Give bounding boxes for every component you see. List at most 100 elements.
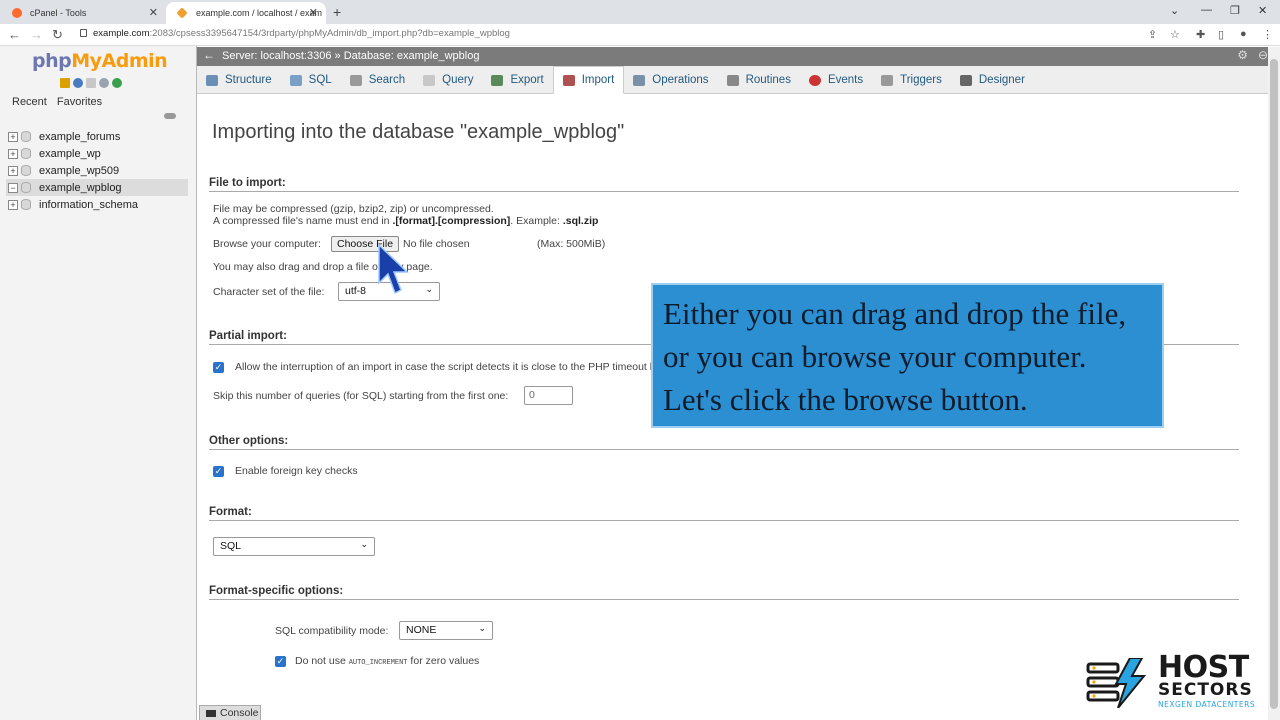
console-icon <box>206 710 216 717</box>
gear-icon[interactable]: ⚙ <box>1237 48 1248 62</box>
expand-icon[interactable]: + <box>8 199 18 210</box>
allow-interrupt-checkbox[interactable]: ✓ <box>213 362 224 373</box>
foreign-keys-label: Enable foreign key checks <box>235 465 358 477</box>
browser-tab-title: example.com / localhost / exam <box>196 8 323 18</box>
db-item-example-forums[interactable]: + example_forums <box>6 128 188 145</box>
back-arrow-icon[interactable]: ← <box>203 48 215 62</box>
caption-line: Either you can drag and drop the file, <box>663 296 1127 331</box>
import-icon <box>562 74 575 86</box>
compat-mode-label: SQL compatibility mode: <box>275 625 389 637</box>
chevron-down-icon: ⌄ <box>425 284 433 294</box>
breadcrumb-separator: » <box>334 50 341 62</box>
mouse-pointer-icon <box>378 243 409 295</box>
page-title: Importing into the database "example_wpb… <box>212 121 625 143</box>
browser-tab-title: cPanel - Tools <box>30 8 87 18</box>
sql-icon <box>289 74 302 86</box>
address-bar: ← → ↻ example.com:2083/cpsess3395647154/… <box>0 24 1280 46</box>
other-options-heading: Other options: <box>209 435 1239 450</box>
search-icon <box>349 74 362 86</box>
tab-operations[interactable]: Operations <box>624 66 717 94</box>
collapse-all-icon[interactable] <box>164 113 176 119</box>
pma-navigation-panel: phpMyAdmin Recent Favorites + example_for… <box>0 46 197 720</box>
events-icon <box>808 74 821 86</box>
tab-search-icon[interactable]: ⌄ <box>1170 4 1179 17</box>
tab-sql[interactable]: SQL <box>281 66 341 94</box>
triggers-icon <box>881 74 894 86</box>
favorites-tab[interactable]: Favorites <box>57 96 102 108</box>
tab-export[interactable]: Export <box>482 66 552 94</box>
reload-nav-icon[interactable] <box>112 78 122 88</box>
profile-icon[interactable]: ● <box>1240 28 1247 40</box>
db-item-example-wp509[interactable]: + example_wp509 <box>6 162 188 179</box>
console-tab[interactable]: Console <box>199 705 261 720</box>
settings-icon[interactable] <box>99 78 109 88</box>
browser-tab-phpmyadmin[interactable]: example.com / localhost / exam ✕ <box>166 2 326 24</box>
breadcrumb: ← Server: localhost:3306 » Database: exa… <box>197 47 1280 66</box>
database-tree: + example_forums + example_wp + example_wp5… <box>6 128 188 213</box>
url-path: :2083/cpsess3395647154/3rdparty/phpMyAdm… <box>149 28 510 39</box>
sidepanel-icon[interactable]: ▯ <box>1218 28 1224 41</box>
menu-toggle-icon[interactable]: ⊖ <box>1258 48 1268 62</box>
new-tab-icon[interactable]: + <box>333 4 341 20</box>
browser-tabbar: cPanel - Tools ✕ example.com / localhost… <box>0 0 1280 24</box>
database-icon <box>21 131 31 142</box>
host-sectors-logo: HOST SECTORS NEXGEN DATACENTERS <box>1086 650 1272 712</box>
server-bolt-icon <box>1086 658 1147 708</box>
bookmark-star-icon[interactable]: ☆ <box>1170 28 1180 41</box>
logout-icon[interactable] <box>73 78 83 88</box>
no-autoincrement-checkbox[interactable]: ✓ <box>275 656 286 667</box>
browser-tab-cpanel[interactable]: cPanel - Tools ✕ <box>0 2 166 24</box>
tab-routines[interactable]: Routines <box>718 66 800 94</box>
phpmyadmin-favicon-icon <box>176 7 188 19</box>
url-field[interactable]: example.com:2083/cpsess3395647154/3rdpar… <box>80 28 510 39</box>
db-item-information-schema[interactable]: + information_schema <box>6 196 188 213</box>
forward-icon[interactable]: → <box>30 27 43 42</box>
browse-label: Browse your computer: <box>213 238 321 250</box>
page-scrollbar[interactable] <box>1268 47 1280 720</box>
breadcrumb-database[interactable]: Database: example_wpblog <box>344 50 480 62</box>
reload-icon[interactable]: ↻ <box>52 27 63 43</box>
collapse-icon[interactable]: − <box>8 182 18 193</box>
format-select[interactable]: SQL ⌄ <box>213 537 375 556</box>
browser-menu-icon[interactable]: ⋮ <box>1262 28 1273 41</box>
designer-icon <box>959 74 972 86</box>
minimize-icon[interactable]: — <box>1201 4 1212 16</box>
max-size-note: (Max: 500MiB) <box>537 238 606 250</box>
db-item-example-wp[interactable]: + example_wp <box>6 145 188 162</box>
expand-icon[interactable]: + <box>8 148 18 159</box>
tab-events[interactable]: Events <box>800 66 872 94</box>
allow-interrupt-label: Allow the interruption of an import in c… <box>235 361 672 373</box>
extensions-icon[interactable]: ✚ <box>1196 28 1205 41</box>
back-icon[interactable]: ← <box>8 27 21 42</box>
database-icon <box>21 148 31 159</box>
filename-note: A compressed file's name must end in .[f… <box>213 215 599 227</box>
expand-icon[interactable]: + <box>8 131 18 142</box>
breadcrumb-server[interactable]: Server: localhost:3306 <box>222 50 331 62</box>
tab-triggers[interactable]: Triggers <box>872 66 951 94</box>
nav-quick-icons <box>60 78 122 88</box>
tab-query[interactable]: Query <box>414 66 482 94</box>
share-icon[interactable]: ⇪ <box>1148 28 1157 41</box>
tab-search[interactable]: Search <box>341 66 414 94</box>
file-import-heading: File to import: <box>209 177 1239 192</box>
docs-icon[interactable] <box>86 78 96 88</box>
no-autoincrement-label: Do not use AUTO_INCREMENT for zero value… <box>295 655 480 667</box>
db-item-example-wpblog[interactable]: − example_wpblog <box>6 179 188 196</box>
close-tab-icon[interactable]: ✕ <box>149 6 158 19</box>
foreign-keys-checkbox[interactable]: ✓ <box>213 466 224 477</box>
restore-icon[interactable]: ❐ <box>1230 4 1240 17</box>
phpmyadmin-logo[interactable]: phpMyAdmin <box>32 50 168 72</box>
expand-icon[interactable]: + <box>8 165 18 176</box>
close-tab-icon[interactable]: ✕ <box>309 6 318 19</box>
url-host: example.com <box>93 28 150 39</box>
home-icon[interactable] <box>60 78 70 88</box>
tab-structure[interactable]: Structure <box>197 66 281 94</box>
scrollbar-thumb[interactable] <box>1270 59 1278 709</box>
tab-import[interactable]: Import <box>552 66 625 94</box>
skip-queries-input[interactable]: 0 <box>524 386 573 405</box>
tab-designer[interactable]: Designer <box>951 66 1034 94</box>
export-icon <box>491 74 504 86</box>
close-window-icon[interactable]: ✕ <box>1258 4 1267 17</box>
compat-mode-select[interactable]: NONE ⌄ <box>399 621 493 640</box>
recent-tab[interactable]: Recent <box>12 96 47 108</box>
